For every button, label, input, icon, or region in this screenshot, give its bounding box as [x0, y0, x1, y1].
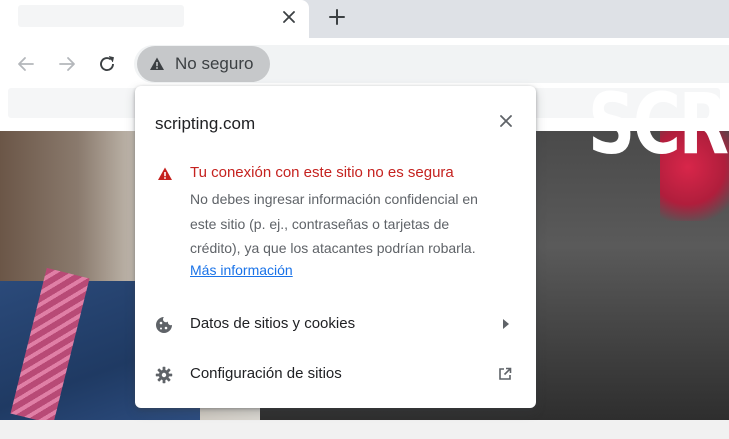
- connection-warning-body: No debes ingresar información confidenci…: [190, 187, 520, 261]
- warning-body-line: este sitio (p. ej., contraseñas o tarjet…: [190, 215, 450, 232]
- tab-title: [18, 5, 184, 27]
- cookie-icon: [155, 316, 173, 334]
- menu-item-site-data-cookies[interactable]: Datos de sitios y cookies: [135, 302, 536, 346]
- close-icon: [500, 115, 512, 127]
- popup-close-button[interactable]: [495, 110, 517, 132]
- connection-warning-heading: Tu conexión con este sitio no es segura: [190, 164, 454, 181]
- close-icon: [283, 11, 295, 23]
- gear-icon: [155, 366, 173, 384]
- back-button[interactable]: [12, 50, 40, 78]
- security-chip-label: No seguro: [175, 54, 254, 73]
- reload-icon: [98, 55, 116, 73]
- menu-item-label: Configuración de sitios: [190, 365, 342, 382]
- warning-body-line: crédito), ya que los atacantes podrían r…: [190, 240, 476, 256]
- forward-button[interactable]: [53, 50, 81, 78]
- warning-body-line: No debes ingresar información confidenci…: [190, 191, 478, 207]
- warning-icon: [149, 56, 165, 72]
- plus-icon: [329, 9, 345, 25]
- site-info-popup: scripting.com Tu conexión con este sitio…: [135, 86, 536, 408]
- menu-item-label: Datos de sitios y cookies: [190, 315, 356, 332]
- arrow-right-icon: [58, 55, 76, 73]
- arrow-right-icon: [497, 316, 513, 332]
- more-info-link[interactable]: Más información: [190, 262, 293, 278]
- popup-site-name: scripting.com: [155, 114, 256, 133]
- page-bottom-strip: [0, 420, 729, 439]
- new-tab-button[interactable]: [322, 2, 352, 32]
- active-tab[interactable]: [0, 0, 309, 38]
- arrow-left-icon: [17, 55, 35, 73]
- external-link-icon: [497, 366, 513, 382]
- warning-icon: [157, 166, 173, 182]
- hero-title: SCR: [588, 75, 729, 173]
- menu-item-site-settings[interactable]: Configuración de sitios: [135, 352, 536, 396]
- tab-strip: [0, 0, 729, 38]
- tab-close-button[interactable]: [276, 4, 302, 30]
- security-chip[interactable]: No seguro: [137, 46, 270, 82]
- reload-button[interactable]: [93, 50, 121, 78]
